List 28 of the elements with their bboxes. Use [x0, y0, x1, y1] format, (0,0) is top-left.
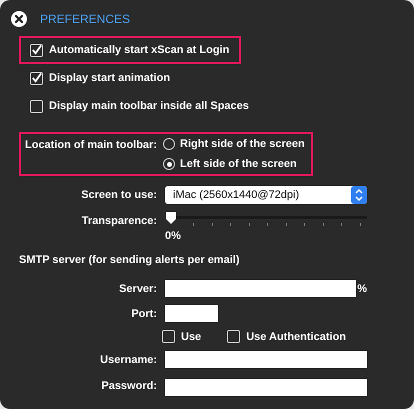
checkbox-option[interactable]: Automatically start xScan at Login [30, 44, 230, 56]
close-icon[interactable] [10, 10, 28, 28]
password-field[interactable] [165, 379, 367, 396]
field-label: Transparence: [80, 215, 157, 227]
check-icon [31, 72, 42, 84]
field-label: Port: [130, 308, 157, 320]
checkbox-option[interactable]: Display main toolbar inside all Spaces [30, 100, 249, 112]
slider-thumb[interactable] [165, 211, 177, 225]
stepper-icon [351, 186, 367, 204]
field-label: Server: [118, 282, 157, 294]
radio-option[interactable]: Right side of the screen [163, 138, 305, 150]
section-heading: SMTP server (for sending alerts per email) [19, 254, 240, 266]
field-label: Username: [99, 354, 157, 366]
slider-value: 0% [165, 230, 182, 242]
username-field[interactable] [165, 351, 367, 368]
server-field[interactable] [165, 280, 356, 297]
checkbox-option[interactable]: Use Authentication [227, 330, 346, 343]
field-label: Screen to use: [80, 189, 157, 201]
checkbox-option[interactable]: Display start animation [30, 72, 170, 84]
window-title: PREFERENCES [40, 12, 130, 26]
check-icon [31, 44, 42, 56]
checkbox-option[interactable]: Use [162, 330, 202, 343]
field-suffix: % [357, 282, 367, 294]
radio-option[interactable]: Left side of the screen [163, 158, 305, 170]
port-field[interactable] [165, 305, 218, 322]
field-label: Location of main toolbar: [25, 138, 157, 153]
screen-dropdown[interactable]: iMac (2560x1440@72dpi) [165, 186, 367, 204]
field-label: Password: [100, 380, 157, 392]
